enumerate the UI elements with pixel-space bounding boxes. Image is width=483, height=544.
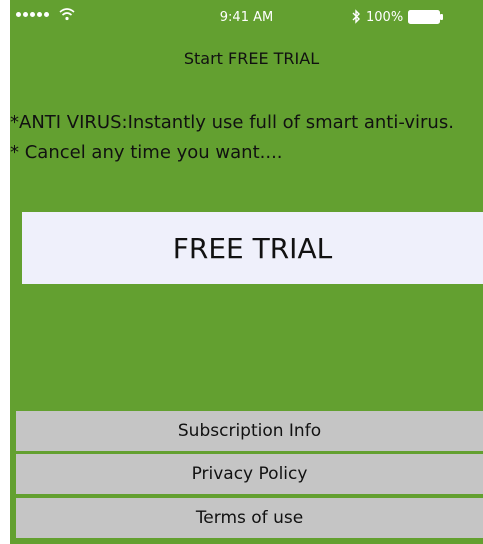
subscription-info-button[interactable]: Subscription Info <box>16 411 483 451</box>
free-trial-button[interactable]: FREE TRIAL <box>22 212 483 284</box>
terms-of-use-button[interactable]: Terms of use <box>16 498 483 538</box>
battery-icon <box>408 10 443 24</box>
info-line-antivirus: *ANTI VIRUS:Instantly use full of smart … <box>10 112 454 133</box>
bluetooth-icon <box>352 9 360 24</box>
battery-percent: 100% <box>366 10 404 25</box>
page-title: Start FREE TRIAL <box>183 49 320 68</box>
privacy-policy-button[interactable]: Privacy Policy <box>16 454 483 494</box>
info-text: *ANTI VIRUS:Instantly use full of smart … <box>10 108 480 168</box>
status-bar: 9:41 AM 100% <box>10 0 483 36</box>
screen: 9:41 AM 100% Start FREE TRIAL *ANTI VIRU… <box>10 0 483 544</box>
info-line-cancel: * Cancel any time you want.... <box>10 142 283 163</box>
